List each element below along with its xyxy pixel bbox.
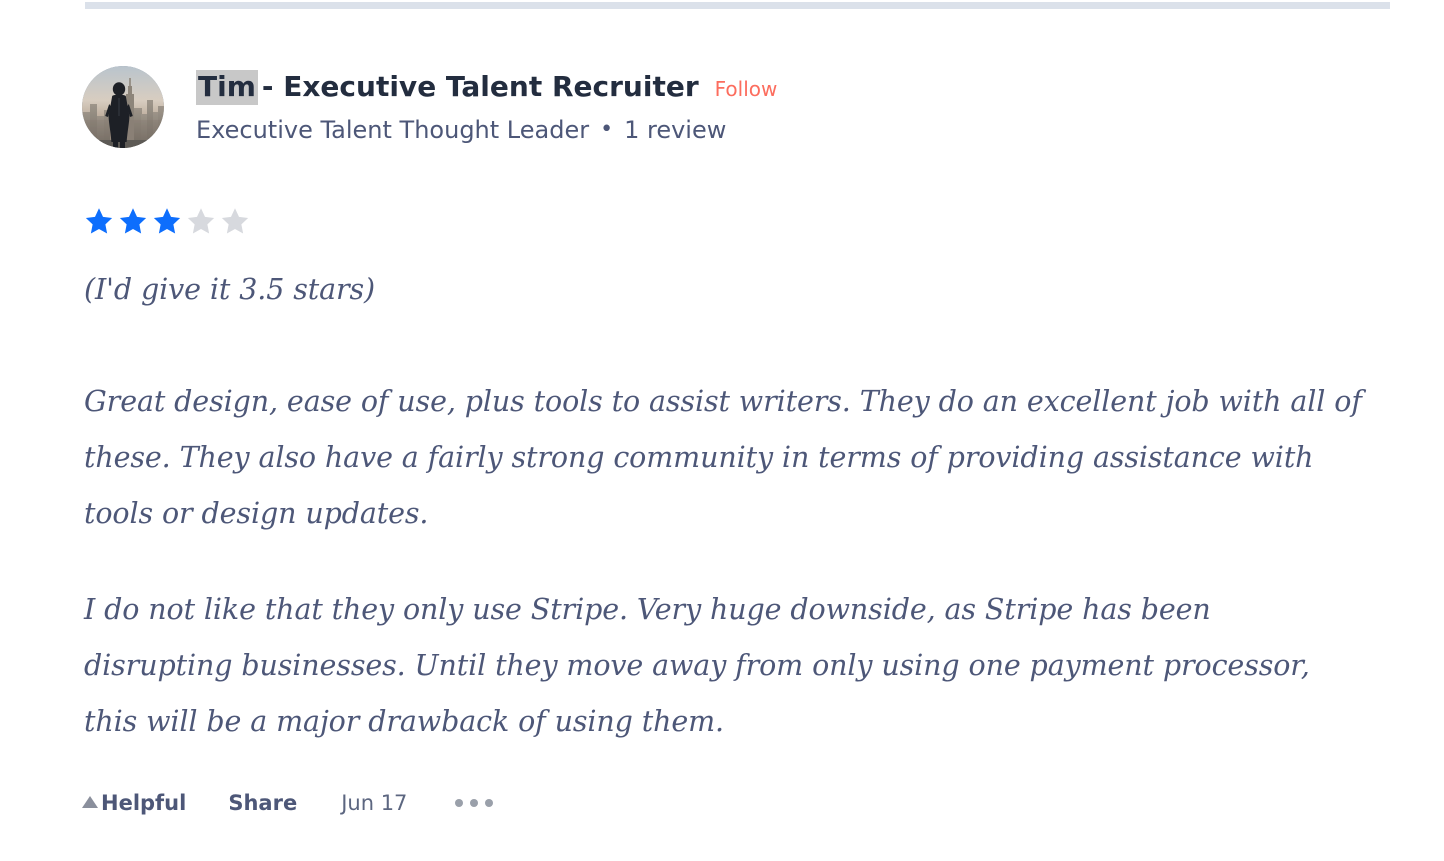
avatar[interactable] (82, 66, 164, 148)
star-icon-2[interactable] (118, 206, 148, 236)
review-date-label: Jun 17 (341, 791, 408, 815)
review-header: Tim - Executive Talent Recruiter Follow … (82, 66, 777, 148)
reviewer-info: Tim - Executive Talent Recruiter Follow … (196, 66, 777, 146)
review-paragraph-1: Great design, ease of use, plus tools to… (84, 385, 1362, 530)
top-divider (85, 2, 1390, 9)
triangle-up-icon (82, 796, 98, 808)
helpful-button[interactable]: Helpful (82, 791, 186, 815)
helpful-label: Helpful (101, 791, 187, 815)
review-page: Tim - Executive Talent Recruiter Follow … (0, 0, 1444, 861)
share-label: Share (228, 791, 298, 815)
star-icon-3[interactable] (152, 206, 182, 236)
reviewer-name-line: Tim - Executive Talent Recruiter Follow (196, 70, 778, 106)
star-icon-5[interactable] (220, 206, 250, 236)
review-date: Jun 17 (341, 791, 407, 815)
review-text: (I'd give it 3.5 stars) Great design, ea… (84, 262, 1364, 750)
review-actions: Helpful Share Jun 17 (82, 791, 495, 815)
reviewer-headline: Executive Talent Thought Leader (196, 116, 590, 145)
reviewer-name-selected[interactable]: Tim (196, 70, 258, 106)
dot-3 (485, 799, 494, 807)
more-options-icon[interactable] (453, 793, 495, 813)
avatar-image (82, 66, 164, 148)
dot-1 (455, 799, 464, 807)
subtitle-separator: • (600, 117, 614, 143)
follow-button[interactable]: Follow (715, 78, 778, 101)
reviewer-title[interactable]: - Executive Talent Recruiter (262, 70, 699, 103)
share-button[interactable]: Share (228, 791, 297, 815)
review-paragraph-2: I do not like that they only use Stripe.… (84, 593, 1310, 738)
star-icon-4[interactable] (186, 206, 216, 236)
reviewer-review-count: 1 review (624, 116, 727, 145)
star-rating[interactable] (84, 206, 250, 236)
review-lead-line: (I'd give it 3.5 stars) (84, 273, 376, 306)
dot-2 (470, 799, 479, 807)
star-icon-1[interactable] (84, 206, 114, 236)
reviewer-subtitle: Executive Talent Thought Leader • 1 review (196, 116, 777, 145)
